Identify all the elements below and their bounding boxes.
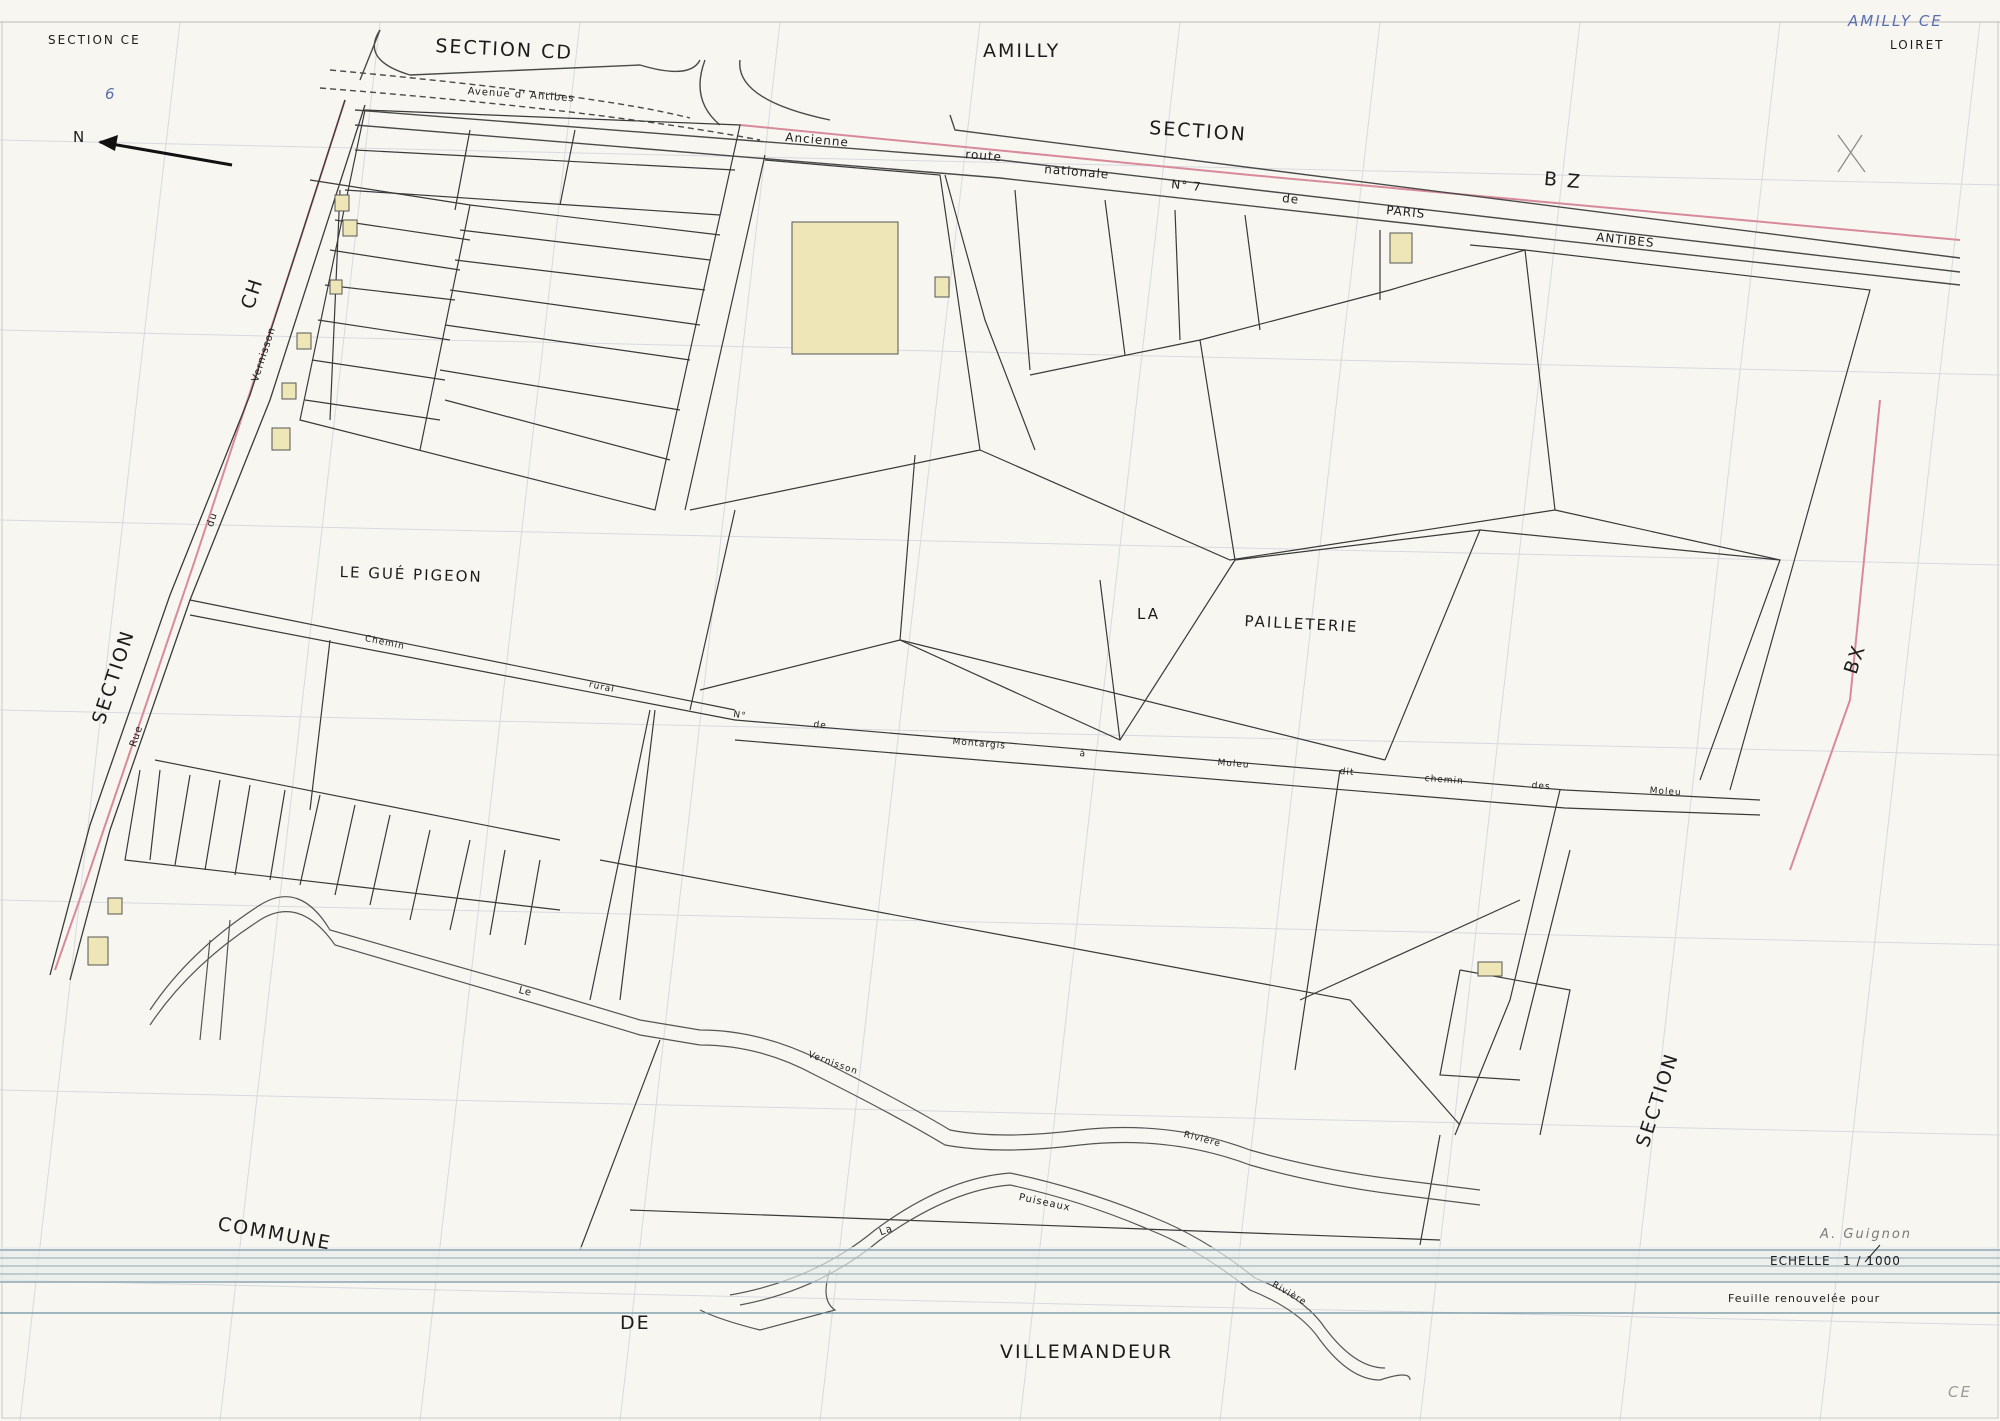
pencil-cross-mark: [1837, 134, 1866, 173]
road-label-de2: de: [812, 720, 828, 732]
sheet-number-handwritten: 6: [105, 85, 117, 103]
commune-boundary-band: [0, 1247, 2000, 1314]
cadastral-map: SECTION CE AMILLY LOIRET AMILLY CE 6 N S…: [0, 0, 2000, 1421]
road-label-des: des: [1531, 781, 1551, 793]
commune-word-2: DE: [620, 1312, 651, 1334]
scale-label: ECHELLE: [1770, 1254, 1831, 1268]
header-section-title: SECTION CE: [48, 33, 141, 47]
coordinate-grid: [0, 21, 2000, 1421]
buildings: [87, 194, 1503, 977]
north-arrow-label: N: [73, 128, 87, 146]
road-label-moleu2: Moleu: [1649, 786, 1682, 799]
locality-la: LA: [1137, 605, 1160, 623]
header-commune-title: AMILLY: [983, 40, 1061, 62]
road-label-no: N°: [732, 710, 748, 722]
corner-code: CE: [1948, 1383, 1972, 1401]
road-rn7: [319, 29, 1961, 286]
parcel-lines: [124, 109, 1871, 1251]
scale-value: 1 / 1000: [1843, 1254, 1901, 1268]
commune-word-3: VILLEMANDEUR: [1000, 1341, 1174, 1363]
road-label-a: à: [1079, 749, 1087, 760]
renewal-text: Feuille renouvelée pour: [1728, 1292, 1881, 1305]
map-linework: [0, 21, 2000, 1421]
header-department: LOIRET: [1890, 38, 1945, 52]
road-label-de: de: [1281, 191, 1300, 207]
road-label-dit: dit: [1339, 767, 1355, 779]
section-boundaries: [54, 99, 1961, 971]
section-bz-code: B Z: [1543, 168, 1583, 194]
header-stamp-handwritten: AMILLY CE: [1848, 12, 1943, 30]
signature-handwritten: A. Guignon: [1820, 1227, 1913, 1242]
